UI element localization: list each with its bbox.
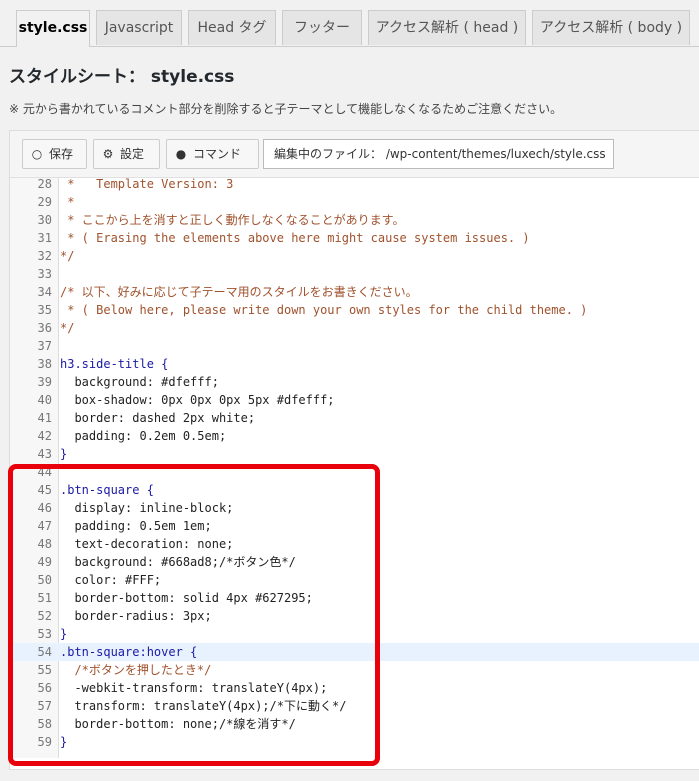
circle-icon: ○ bbox=[31, 147, 43, 161]
code-text: border: dashed 2px white; bbox=[60, 411, 256, 425]
code-line: 31 * ( Erasing the elements above here m… bbox=[10, 229, 699, 247]
line-number: 39 bbox=[37, 375, 52, 389]
code-text: * ( Below here, please write down your o… bbox=[60, 303, 588, 317]
code-text: box-shadow: 0px 0px 0px 5px #dfefff; bbox=[60, 393, 335, 407]
current-file-field: 編集中のファイル： /wp-content/themes/luxech/styl… bbox=[263, 139, 614, 169]
editor-toolbar: ○ 保存 ⚙ 設定 ● コマンド 編集中のファイル： /wp-content/them… bbox=[10, 131, 699, 178]
code-text: */ bbox=[60, 249, 75, 263]
line-number: 35 bbox=[37, 303, 52, 317]
line-number: 31 bbox=[37, 231, 52, 245]
tab-footer[interactable]: フッター bbox=[282, 10, 362, 45]
line-number: 32 bbox=[37, 249, 52, 263]
code-text: * Template Version: 3 bbox=[60, 178, 234, 191]
settings-button[interactable]: ⚙ 設定 bbox=[93, 139, 160, 169]
line-number: 29 bbox=[37, 195, 52, 209]
command-button[interactable]: ● コマンド bbox=[166, 139, 259, 169]
code-text: * ( Erasing the elements above here migh… bbox=[60, 231, 530, 245]
line-number: 43 bbox=[37, 447, 52, 461]
code-line: 30 * ここから上を消すと正しく動作しなくなることがあります。 bbox=[10, 211, 699, 229]
code-line: 38 h3.side-title { bbox=[10, 355, 699, 373]
save-button-label: 保存 bbox=[49, 147, 74, 161]
code-line: 28 * Template Version: 3 bbox=[10, 178, 699, 193]
gear-icon: ⚙ bbox=[102, 147, 114, 161]
highlight-annotation-box bbox=[8, 464, 380, 766]
tab-analytics-body[interactable]: アクセス解析 ( body ) bbox=[532, 10, 690, 45]
code-line: 42 padding: 0.2em 0.5em; bbox=[10, 427, 699, 445]
code-line: 37 bbox=[10, 337, 699, 355]
line-number: 42 bbox=[37, 429, 52, 443]
settings-button-label: 設定 bbox=[120, 147, 145, 161]
code-text: background: #dfefff; bbox=[60, 375, 219, 389]
save-button[interactable]: ○ 保存 bbox=[22, 139, 87, 169]
line-number: 33 bbox=[37, 267, 52, 281]
tab-javascript[interactable]: Javascript bbox=[96, 10, 182, 45]
tab-style-css[interactable]: style.css bbox=[16, 10, 90, 47]
line-number: 38 bbox=[37, 357, 52, 371]
code-text: * ここから上を消すと正しく動作しなくなることがあります。 bbox=[60, 213, 405, 227]
line-number: 30 bbox=[37, 213, 52, 227]
line-number: 28 bbox=[37, 178, 52, 191]
code-line: 34 /* 以下、好みに応じて子テーマ用のスタイルをお書きください。 bbox=[10, 283, 699, 301]
line-number: 40 bbox=[37, 393, 52, 407]
warning-note: ※ 元から書かれているコメント部分を削除すると子テーマとして機能しなくなるためご… bbox=[9, 102, 563, 116]
line-number: 37 bbox=[37, 339, 52, 353]
code-line: 41 border: dashed 2px white; bbox=[10, 409, 699, 427]
code-line: 40 box-shadow: 0px 0px 0px 5px #dfefff; bbox=[10, 391, 699, 409]
code-line: 39 background: #dfefff; bbox=[10, 373, 699, 391]
line-number: 36 bbox=[37, 321, 52, 335]
code-text: } bbox=[60, 447, 68, 461]
code-line: 43} bbox=[10, 445, 699, 463]
code-line: 33 bbox=[10, 265, 699, 283]
code-line: 36 */ bbox=[10, 319, 699, 337]
code-text: * bbox=[60, 195, 75, 209]
lightbulb-icon: ● bbox=[175, 147, 187, 161]
code-line: 32 */ bbox=[10, 247, 699, 265]
line-number: 41 bbox=[37, 411, 52, 425]
code-text: padding: 0.2em 0.5em; bbox=[60, 429, 227, 443]
file-tabs: style.css Javascript Head タグ フッター アクセス解析… bbox=[0, 0, 699, 47]
command-button-label: コマンド bbox=[193, 147, 242, 161]
tab-head-tag[interactable]: Head タグ bbox=[188, 10, 276, 45]
code-line: 35 * ( Below here, please write down you… bbox=[10, 301, 699, 319]
code-text: /* 以下、好みに応じて子テーマ用のスタイルをお書きください。 bbox=[60, 285, 418, 299]
code-line: 29 * bbox=[10, 193, 699, 211]
line-number: 34 bbox=[37, 285, 52, 299]
code-text: h3.side-title { bbox=[60, 357, 169, 371]
code-text: */ bbox=[60, 321, 75, 335]
page-title: スタイルシート： style.css bbox=[9, 67, 235, 87]
tab-analytics-head[interactable]: アクセス解析 ( head ) bbox=[368, 10, 526, 45]
